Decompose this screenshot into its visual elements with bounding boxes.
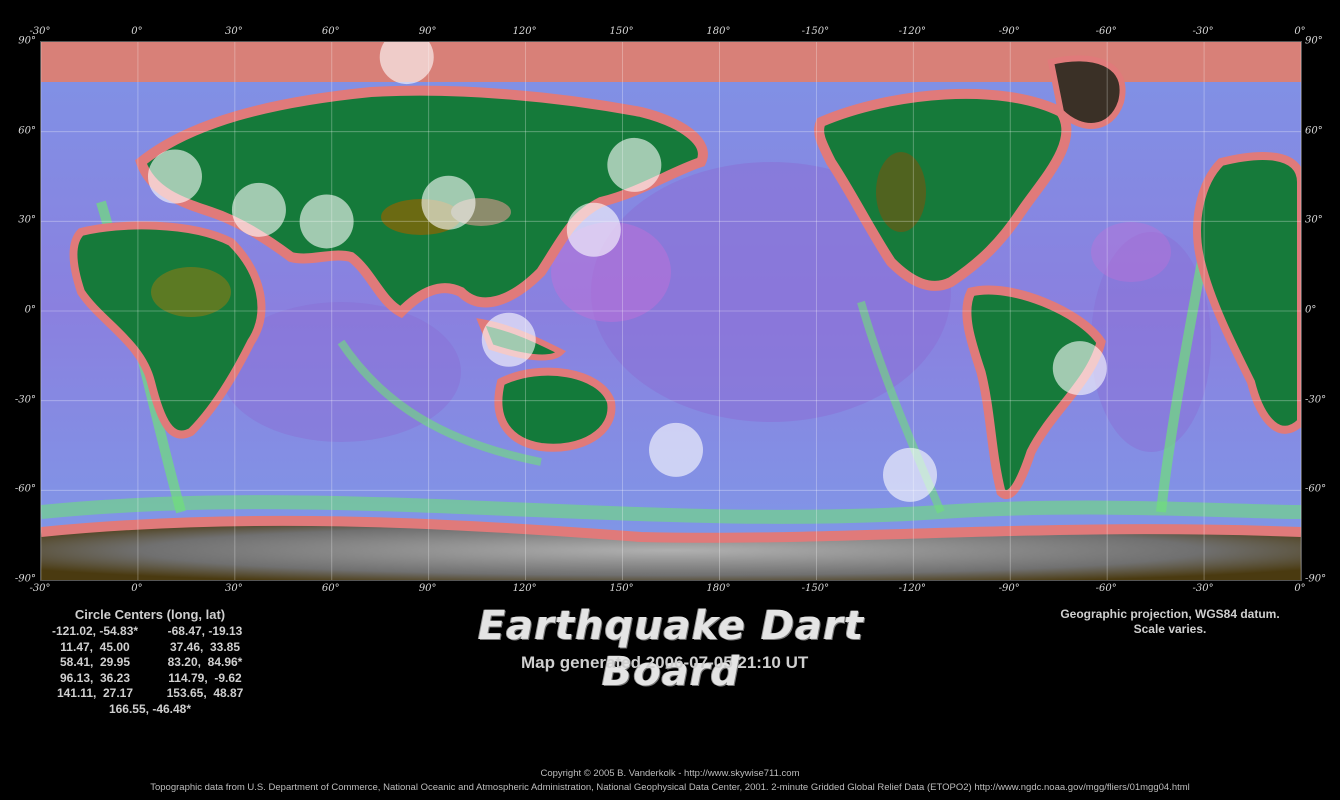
tick-bottom-label: 120° xyxy=(512,583,537,594)
circle-center-value: 141.11, 27.17 xyxy=(56,686,134,700)
tick-right-label: -90° xyxy=(1305,573,1327,585)
tick-top-label: 90° xyxy=(418,26,437,37)
circle-center-value: 11.47, 45.00 xyxy=(60,639,130,654)
circle-center-value: -121.02, -54.83* xyxy=(51,624,139,638)
tick-right-label: 90° xyxy=(1305,35,1323,47)
tick-bottom-label: -150° xyxy=(801,583,830,594)
tick-top-label: 30° xyxy=(224,26,243,37)
tick-top-label: -90° xyxy=(998,26,1020,37)
tick-bottom-label: 150° xyxy=(609,583,634,594)
earthquake-circle xyxy=(421,175,476,230)
earthquake-circle xyxy=(883,447,938,502)
projection-note-line1: Geographic projection, WGS84 datum. xyxy=(1060,607,1280,621)
circle-center-value: 58.41, 29.95 xyxy=(59,655,131,669)
circle-center-row: 166.55, -46.48* xyxy=(40,702,260,718)
circle-center-value: 96.13, 36.23 xyxy=(59,670,131,685)
earthquake-circle xyxy=(147,149,202,204)
tick-bottom-label: -90° xyxy=(998,583,1020,594)
tick-top-label: 180° xyxy=(706,26,731,37)
tick-top-label: 0° xyxy=(131,26,143,37)
tick-bottom-label: -60° xyxy=(1095,583,1117,594)
tick-top-label: 120° xyxy=(512,26,537,37)
copyright-notice: Copyright © 2005 B. Vanderkolk - http://… xyxy=(540,768,800,779)
tick-top-label: -120° xyxy=(898,26,927,37)
tick-right-label: -60° xyxy=(1305,483,1327,495)
circle-center-row: -121.02, -54.83* -68.47, -19.13 xyxy=(40,624,260,640)
tick-bottom-label: -30° xyxy=(1192,583,1214,594)
tick-right-label: 60° xyxy=(1305,125,1323,137)
tick-left-label: -60° xyxy=(14,483,36,495)
tick-top-label: 150° xyxy=(609,26,634,37)
earthquake-circle xyxy=(481,312,536,367)
tick-left-label: -90° xyxy=(14,573,36,585)
tick-right-label: 0° xyxy=(1305,304,1317,316)
earthquake-circle xyxy=(649,422,704,477)
circle-center-value: 153.65, 48.87 xyxy=(166,686,244,700)
tick-bottom-label: -30° xyxy=(29,583,51,594)
data-credits: Topographic data from U.S. Department of… xyxy=(150,782,1190,793)
tick-right-label: -30° xyxy=(1305,394,1327,406)
tick-top-label: -30° xyxy=(1192,26,1214,37)
circle-center-value: 166.55, -46.48* xyxy=(108,701,192,716)
tick-left-label: -30° xyxy=(14,394,36,406)
tick-bottom-label: 60° xyxy=(321,583,340,594)
earthquake-circle xyxy=(231,182,286,237)
tick-left-label: 90° xyxy=(18,35,36,47)
circle-center-row: 141.11, 27.17 153.65, 48.87 xyxy=(40,686,260,702)
tick-top-label: 60° xyxy=(321,26,340,37)
circle-centers-heading: Circle Centers (long, lat) xyxy=(74,607,226,622)
tick-top-label: 0° xyxy=(1294,26,1306,37)
tick-bottom-label: 0° xyxy=(1294,583,1306,594)
tick-bottom-label: 0° xyxy=(131,583,143,594)
tick-top-label: -60° xyxy=(1095,26,1117,37)
earthquake-circle xyxy=(299,194,354,249)
tick-left-label: 0° xyxy=(24,304,36,316)
tick-top-label: -150° xyxy=(801,26,830,37)
earthquake-circle xyxy=(566,202,621,257)
circle-center-value: 37.46, 33.85 xyxy=(169,639,241,654)
circle-center-row: 58.41, 29.95 83.20, 84.96* xyxy=(40,655,260,671)
circle-centers-panel: Circle Centers (long, lat) -121.02, -54.… xyxy=(40,607,260,717)
circle-centers-list: -121.02, -54.83* -68.47, -19.13 11.47, 45.… xyxy=(40,624,260,717)
tick-bottom-label: 30° xyxy=(224,583,243,594)
circle-center-value: 83.20, 84.96* xyxy=(167,655,243,669)
tick-left-label: 30° xyxy=(18,214,36,226)
tick-bottom-label: 180° xyxy=(706,583,731,594)
circle-center-value: 114.79, -9.62 xyxy=(168,670,242,685)
earthquake-circle xyxy=(1052,341,1107,396)
circle-center-row: 96.13, 36.23 114.79, -9.62 xyxy=(40,671,260,687)
australia-landmass xyxy=(494,367,616,452)
map-title: Earthquake Dart Board xyxy=(477,603,864,695)
tick-left-label: 60° xyxy=(18,125,36,137)
map-frame xyxy=(40,41,1302,581)
projection-note-line2: Scale varies. xyxy=(1133,622,1207,636)
circle-center-row: 11.47, 45.00 37.46, 33.85 xyxy=(40,640,260,656)
earthquake-circle xyxy=(607,137,662,192)
circle-center-value: -68.47, -19.13 xyxy=(167,624,243,638)
tick-right-label: 30° xyxy=(1305,214,1323,226)
greenland-landmass xyxy=(1047,55,1126,129)
world-relief-map xyxy=(41,42,1301,580)
projection-note: Geographic projection, WGS84 datum. Scal… xyxy=(1020,607,1320,637)
tick-bottom-label: -120° xyxy=(898,583,927,594)
tick-bottom-label: 90° xyxy=(418,583,437,594)
map-generated-timestamp: Map generated 2006-07-05 21:10 UT xyxy=(521,653,809,672)
